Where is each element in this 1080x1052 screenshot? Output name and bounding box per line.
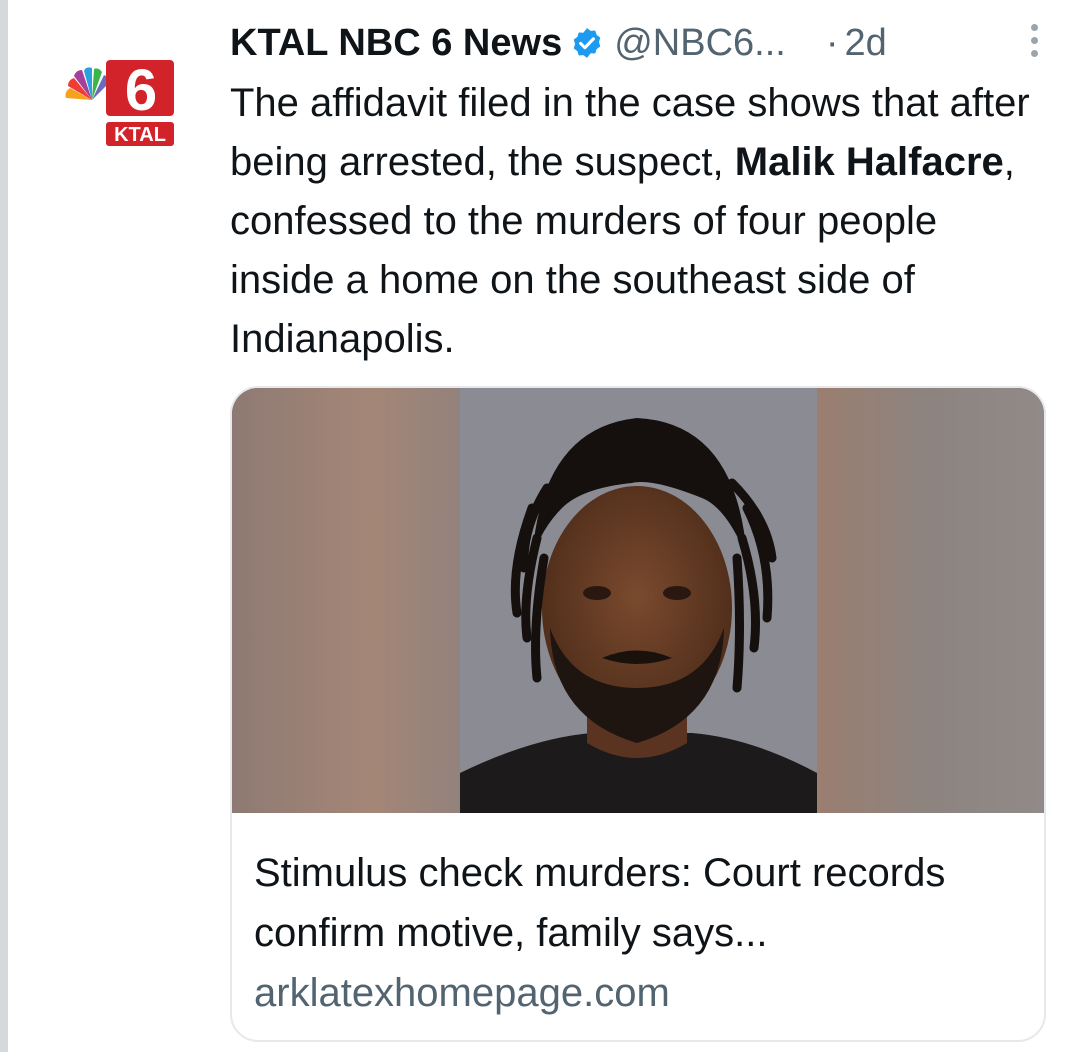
card-body[interactable]: Stimulus check murders: Court records co…	[232, 813, 1044, 1023]
card-title[interactable]: Stimulus check murders: Court records co…	[254, 843, 1022, 963]
tweet-header: KTAL NBC 6 News @NBC6... · 2d	[230, 18, 1060, 68]
author-name[interactable]: KTAL NBC 6 News	[230, 22, 562, 65]
author-avatar[interactable]: 6 KTAL	[60, 58, 176, 154]
peacock-icon	[65, 67, 110, 100]
logo-number: 6	[125, 58, 157, 123]
author-handle[interactable]: @NBC6...	[614, 22, 786, 65]
tweet-text: The affidavit filed in the case shows th…	[230, 74, 1050, 369]
suspect-name: Malik Halfacre	[734, 140, 1004, 184]
separator-dot: ·	[825, 21, 839, 64]
timeline-thread-line	[0, 0, 8, 1052]
logo-text: KTAL	[114, 124, 166, 146]
card-image[interactable]	[232, 388, 1044, 813]
timestamp[interactable]: 2d	[844, 22, 886, 65]
link-preview-card[interactable]: Stimulus check murders: Court records co…	[230, 386, 1046, 1042]
tweet[interactable]: KTAL NBC 6 News @NBC6... · 2d The affida…	[230, 18, 1060, 369]
ktal-logo-icon: 6 KTAL	[65, 58, 174, 146]
portrait-photo	[232, 388, 1044, 813]
verified-badge-icon	[570, 26, 604, 60]
card-domain[interactable]: arklatexhomepage.com	[254, 963, 1022, 1023]
more-options-icon[interactable]	[1031, 24, 1038, 57]
